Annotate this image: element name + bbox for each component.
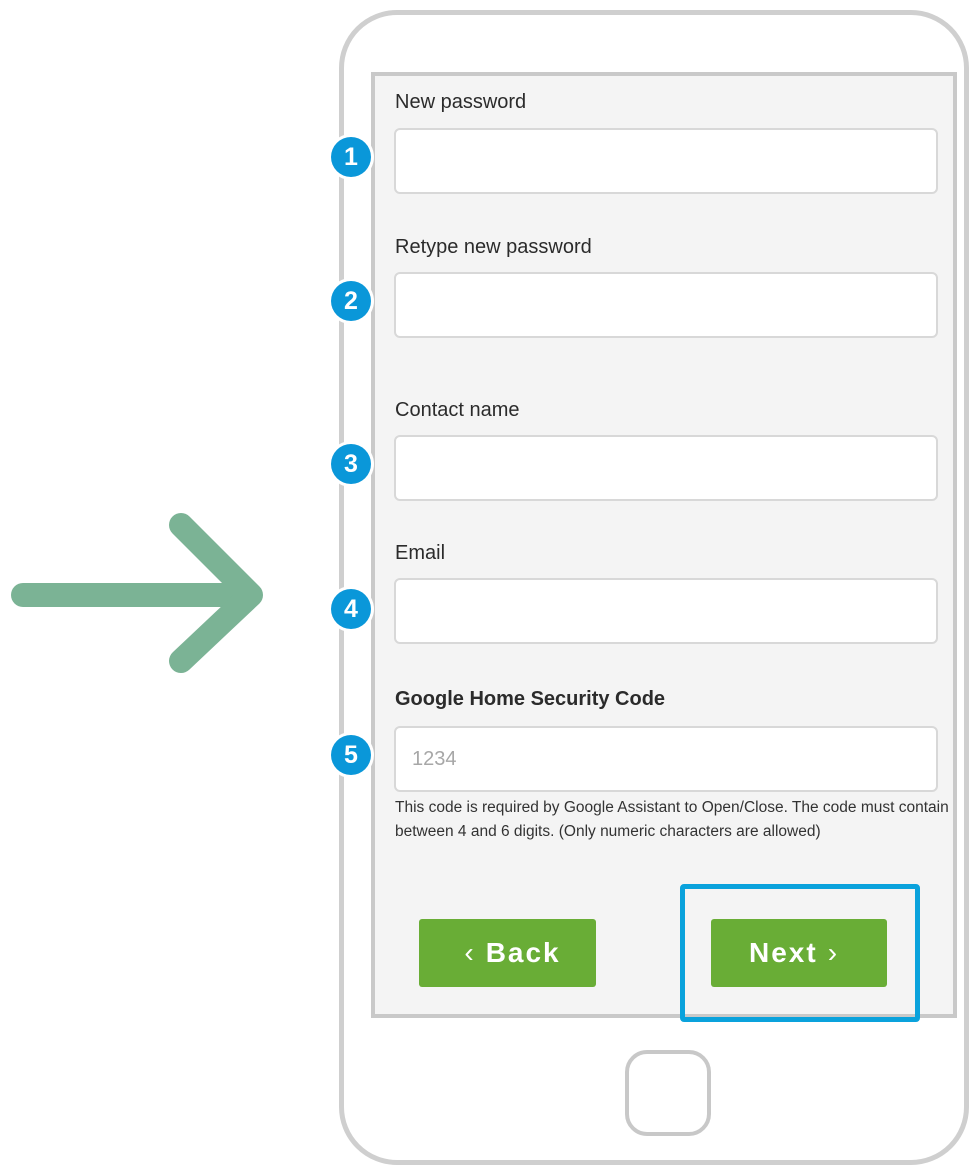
step-5-badge: 5 bbox=[331, 735, 371, 775]
retype-password-label: Retype new password bbox=[395, 236, 592, 258]
security-code-help-text: This code is required by Google Assistan… bbox=[395, 799, 949, 840]
back-button-label: Back bbox=[485, 937, 561, 968]
next-button-highlight bbox=[680, 884, 920, 1022]
step-1-badge: 1 bbox=[331, 137, 371, 177]
email-label: Email bbox=[395, 542, 446, 564]
back-button[interactable]: ‹ Back bbox=[419, 919, 596, 987]
security-code-input[interactable] bbox=[394, 726, 938, 792]
step-2-badge: 2 bbox=[331, 281, 371, 321]
new-password-input[interactable] bbox=[394, 128, 938, 194]
retype-password-input[interactable] bbox=[394, 272, 938, 338]
home-button[interactable] bbox=[625, 1050, 711, 1136]
security-code-label: Google Home Security Code bbox=[395, 688, 666, 710]
step-4-badge: 4 bbox=[331, 589, 371, 629]
email-input[interactable] bbox=[394, 578, 938, 644]
new-password-label: New password bbox=[395, 91, 527, 113]
contact-name-label: Contact name bbox=[395, 399, 520, 421]
chevron-left-icon: ‹ bbox=[464, 937, 476, 968]
contact-name-input[interactable] bbox=[394, 435, 938, 501]
phone-screen bbox=[371, 72, 957, 1018]
step-3-badge: 3 bbox=[331, 444, 371, 484]
